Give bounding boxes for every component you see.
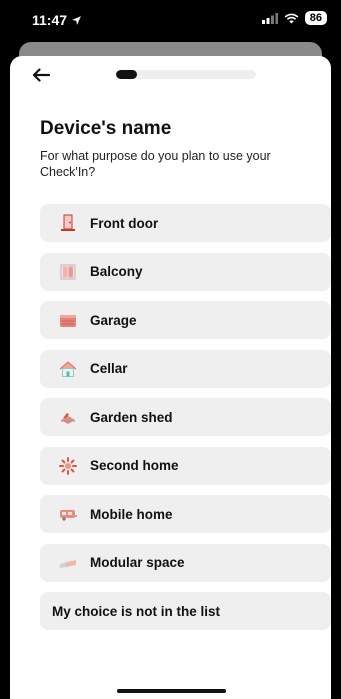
cellar-icon	[58, 359, 78, 379]
status-time-group: 11:47	[32, 12, 82, 28]
signal-icon	[261, 12, 278, 24]
garage-icon	[58, 310, 78, 330]
location-arrow-icon	[72, 15, 81, 25]
option-garage[interactable]: Garage	[40, 301, 331, 339]
purpose-option-list: Front door Balcony Garage Cellar Garden …	[40, 204, 331, 641]
option-label: Garden shed	[90, 409, 173, 425]
option-label: Garage	[90, 312, 137, 328]
option-label: Modular space	[90, 555, 185, 570]
option-modular-space[interactable]: Modular space	[40, 543, 331, 582]
option-balcony[interactable]: Balcony	[40, 252, 331, 291]
option-label: My choice is not in the list	[52, 603, 221, 619]
modular-space-icon	[58, 553, 78, 573]
home-indicator	[117, 689, 226, 693]
progress-bar	[116, 70, 256, 79]
balcony-icon	[58, 262, 78, 282]
option-label: Balcony	[90, 264, 143, 279]
option-front-door[interactable]: Front door	[40, 204, 331, 242]
option-garden-shed[interactable]: Garden shed	[40, 398, 331, 436]
option-label: Second home	[90, 458, 179, 473]
status-bar: 11:47 86	[0, 0, 341, 38]
second-home-icon	[58, 456, 78, 476]
option-mobile-home[interactable]: Mobile home	[40, 495, 331, 533]
page-title: Device's name	[40, 118, 172, 139]
garden-shed-icon	[58, 407, 78, 427]
status-indicators: 86	[261, 11, 327, 25]
arrow-left-icon	[32, 68, 50, 82]
option-label: Mobile home	[90, 506, 173, 522]
option-second-home[interactable]: Second home	[40, 446, 331, 485]
option-cellar[interactable]: Cellar	[40, 349, 331, 388]
mobile-home-icon	[58, 504, 78, 524]
back-button[interactable]	[28, 62, 54, 88]
option-not-in-list[interactable]: My choice is not in the list	[40, 592, 331, 630]
front-door-icon	[58, 213, 78, 233]
progress-bar-fill	[116, 70, 137, 79]
wifi-icon	[284, 13, 299, 23]
option-label: Cellar	[90, 361, 128, 376]
option-label: Front door	[90, 215, 159, 231]
battery-indicator: 86	[304, 11, 327, 25]
page-subtitle: For what purpose do you plan to use your…	[40, 149, 271, 179]
status-time: 11:47	[32, 12, 68, 28]
